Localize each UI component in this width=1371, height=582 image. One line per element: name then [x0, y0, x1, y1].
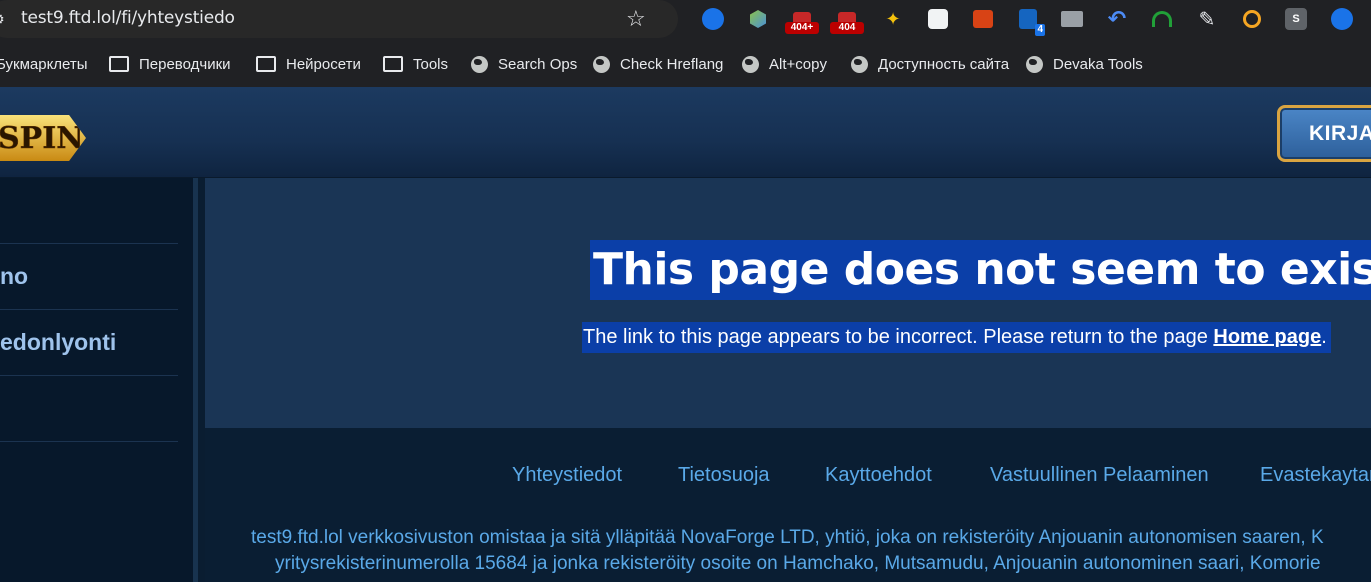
site-footer: Yhteystiedot Tietosuoja Kayttoehdot Vast… [205, 428, 1371, 582]
login-button[interactable]: KIRJA [1277, 105, 1371, 162]
globe-icon [1026, 55, 1043, 73]
bookmark-check-hreflang[interactable]: Check Hreflang [593, 52, 723, 76]
bookmark-label: Devaka Tools [1053, 55, 1143, 73]
globe-icon [593, 55, 610, 73]
bookmark-label: Букмарклеты [0, 55, 88, 73]
bookmark-translators[interactable]: Переводчики [109, 52, 231, 76]
footer-link-cookies[interactable]: Evastekaytan [1260, 464, 1371, 487]
bookmark-label: Search Ops [498, 55, 578, 73]
logo-text: SPIN [0, 120, 84, 156]
bookmark-search-ops[interactable]: Search Ops [471, 52, 577, 76]
site-settings-icon[interactable]: ⚙ [0, 10, 12, 28]
sidebar-divider [193, 178, 205, 582]
sidebar-item-1[interactable] [0, 178, 178, 244]
ext-badge: 4 [1035, 24, 1045, 36]
broken-link-404-ext-icon[interactable]: 404 [830, 6, 864, 34]
search-ext-icon[interactable] [1239, 6, 1265, 32]
sidebar-item-casino[interactable]: no [0, 244, 178, 310]
eyedropper-ext-icon[interactable]: ✎ [1194, 6, 1220, 32]
error-period: . [1321, 326, 1327, 348]
footer-link-contacts[interactable]: Yhteystiedot [512, 464, 622, 487]
sidebar: no edonlyonti [0, 178, 193, 582]
sidebar-item-label: edonlyonti [0, 329, 117, 355]
mail-ext-icon[interactable] [1059, 6, 1085, 32]
footer-link-terms[interactable]: Kayttoehdot [825, 464, 932, 487]
footer-legal-line-2: yritysrekisterinumerolla 15684 ja jonka … [275, 553, 1321, 574]
browser-chrome: ⚙ test9.ftd.lol/fi/yhteystiedo ☆ 404+ 40… [0, 0, 1371, 87]
seo-ext-blue-icon-2[interactable] [1329, 6, 1355, 32]
website: SPIN KIRJA no edonlyonti This page does … [0, 87, 1371, 582]
ext-badge: 404+ [785, 22, 819, 34]
bookmark-star-icon[interactable]: ☆ [626, 6, 646, 32]
bookmark-label: Доступность сайта [878, 55, 1010, 73]
bookmark-neural-nets[interactable]: Нейросети [256, 52, 361, 76]
headphones-ext-icon[interactable] [1149, 6, 1175, 32]
footer-legal-line-1: test9.ftd.lol verkkosivuston omistaa ja … [251, 527, 1324, 548]
s-ext-icon[interactable]: S [1285, 8, 1307, 30]
error-title: This page does not seem to exist [590, 240, 1371, 300]
omnibox[interactable]: ⚙ test9.ftd.lol/fi/yhteystiedo ☆ [0, 0, 678, 38]
magic-wand-ext-icon[interactable]: ✦ [880, 6, 906, 32]
seo-ext-blue-icon[interactable] [700, 6, 726, 32]
bookmark-accessibility[interactable]: Доступность сайта [851, 52, 1009, 76]
bookmark-label: Check Hreflang [620, 55, 724, 73]
bookmark-label: Переводчики [139, 55, 231, 73]
bookmark-label: Tools [413, 55, 449, 73]
bookmark-alt-copy[interactable]: Alt+copy [742, 52, 827, 76]
ext-badge: 404 [830, 22, 864, 34]
site-header: SPIN KIRJA [0, 87, 1371, 178]
url-text[interactable]: test9.ftd.lol/fi/yhteystiedo [21, 8, 235, 28]
bookmark-label: Alt+copy [769, 55, 827, 73]
broken-link-ext-icon[interactable]: 404+ [785, 6, 819, 34]
error-message-text: The link to this page appears to be inco… [583, 326, 1208, 348]
globe-icon [471, 55, 488, 73]
bookmark-devaka-tools[interactable]: Devaka Tools [1026, 52, 1143, 76]
toggle-ext-icon[interactable] [970, 6, 996, 32]
sidebar-item-4[interactable] [0, 376, 178, 442]
sidebar-item-download[interactable]: edonlyonti [0, 310, 178, 376]
footer-link-privacy[interactable]: Tietosuoja [678, 464, 770, 487]
site-logo[interactable]: SPIN [0, 115, 86, 161]
folder-icon [256, 56, 276, 72]
address-row: ⚙ test9.ftd.lol/fi/yhteystiedo ☆ 404+ 40… [0, 0, 1371, 40]
shield-ext-icon[interactable]: 4 [1015, 6, 1045, 36]
cube-ext-icon[interactable] [745, 6, 771, 32]
bookmark-label: Нейросети [286, 55, 361, 73]
error-section: This page does not seem to exist The lin… [205, 178, 1371, 428]
bookmark-tools[interactable]: Tools [383, 52, 448, 76]
folder-icon [383, 56, 403, 72]
s-ext-label: S [1292, 13, 1300, 25]
bookmark-bookmarklets[interactable]: Букмарклеты [0, 52, 88, 76]
robot-ext-icon[interactable] [925, 6, 951, 32]
undo-ext-icon[interactable]: ↶ [1104, 6, 1130, 32]
globe-icon [742, 55, 759, 73]
home-page-link[interactable]: Home page [1213, 326, 1321, 348]
folder-icon [109, 56, 129, 72]
globe-icon [851, 55, 868, 73]
footer-link-responsible-gaming[interactable]: Vastuullinen Pelaaminen [990, 464, 1209, 487]
error-message: The link to this page appears to be inco… [582, 322, 1331, 353]
bookmarks-bar: Букмарклеты Переводчики Нейросети Tools … [0, 44, 1371, 84]
sidebar-item-label: no [0, 263, 29, 289]
